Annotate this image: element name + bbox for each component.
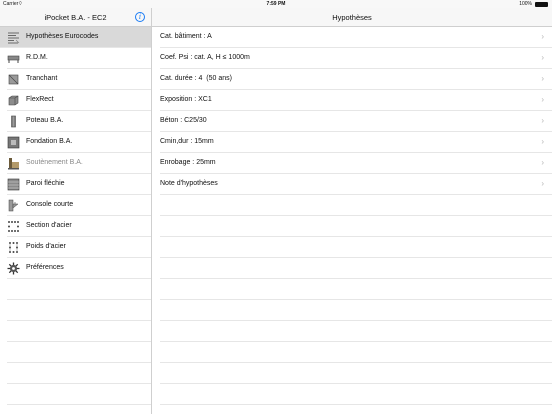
retaining-wall-icon [7, 157, 20, 170]
empty-row-separator [160, 404, 552, 405]
chevron-right-icon: › [541, 158, 544, 167]
detail-row-enrobage[interactable]: Enrobage : 25mm › [153, 153, 552, 174]
sidebar-item-label: Hypothèses Eurocodes [26, 33, 99, 40]
info-button[interactable]: i [135, 12, 145, 22]
sidebar-item-poteau[interactable]: Poteau B.A. [0, 111, 151, 132]
column-icon [7, 115, 20, 128]
battery-percent: 100% [519, 1, 532, 7]
empty-row-separator [160, 383, 552, 384]
chevron-right-icon: › [541, 74, 544, 83]
detail-row-label: Enrobage : 25mm [160, 159, 216, 166]
sidebar-item-label: R.D.M. [26, 54, 48, 61]
sidebar-item-fondation[interactable]: Fondation B.A. [0, 132, 151, 153]
hypotheses-icon [7, 31, 20, 44]
sidebar-navbar: iPocket B.A. - EC2 i [0, 8, 152, 27]
status-time: 7:59 PM [266, 1, 286, 7]
empty-row-separator [7, 320, 151, 321]
detail-row-label: Cmin,dur : 15mm [160, 138, 214, 145]
chevron-right-icon: › [541, 95, 544, 104]
sidebar-item-label: Préférences [26, 264, 64, 271]
sidebar-item-label: Fondation B.A. [26, 138, 73, 145]
empty-row-separator [7, 341, 151, 342]
detail-row-label: Béton : C25/30 [160, 117, 207, 124]
detail-row-coef-psi[interactable]: Coef. Psi : cat. A, H ≤ 1000m › [153, 48, 552, 69]
sidebar-item-label: Tranchant [26, 75, 58, 82]
info-icon: i [138, 13, 142, 21]
sidebar-item-label: Soutènement B.A. [26, 159, 83, 166]
empty-row-separator [160, 299, 552, 300]
empty-row-separator [160, 341, 552, 342]
sidebar: Hypothèses Eurocodes R.D.M. Tranchant Fl… [0, 27, 152, 414]
detail-row-beton[interactable]: Béton : C25/30 › [153, 111, 552, 132]
sidebar-item-section-acier[interactable]: Section d'acier [0, 216, 151, 237]
sidebar-item-tranchant[interactable]: Tranchant [0, 69, 151, 90]
empty-row-separator [7, 299, 151, 300]
detail-row-categorie-duree[interactable]: Cat. durée : 4 (50 ans) › [153, 69, 552, 90]
sidebar-item-label: FlexRect [26, 96, 54, 103]
sidebar-item-soutenement[interactable]: Soutènement B.A. [0, 153, 151, 174]
detail-navbar: Hypothèses [152, 8, 552, 27]
chevron-right-icon: › [541, 179, 544, 188]
gear-icon [7, 262, 20, 275]
detail-row-cmin-dur[interactable]: Cmin,dur : 15mm › [153, 132, 552, 153]
status-bar: Carrier ⌔ 7:59 PM 100% [0, 0, 552, 8]
battery-icon [535, 2, 548, 7]
detail-row-label: Note d'hypothèses [160, 180, 218, 187]
hypotheses-table: Cat. bâtiment : A › Coef. Psi : cat. A, … [153, 27, 552, 414]
detail-row-label: Coef. Psi : cat. A, H ≤ 1000m [160, 54, 250, 61]
empty-row-separator [160, 215, 552, 216]
detail-row-label: Cat. bâtiment : A [160, 33, 212, 40]
sidebar-item-poids-acier[interactable]: Poids d'acier [0, 237, 151, 258]
sidebar-item-paroi[interactable]: Paroi fléchie [0, 174, 151, 195]
empty-row-separator [160, 320, 552, 321]
empty-row-separator [160, 362, 552, 363]
sidebar-item-label: Poteau B.A. [26, 117, 64, 124]
sidebar-item-hypotheses[interactable]: Hypothèses Eurocodes [0, 27, 151, 48]
bent-wall-icon [7, 178, 20, 191]
sidebar-item-flexrect[interactable]: FlexRect [0, 90, 151, 111]
empty-row-separator [160, 236, 552, 237]
sidebar-title: iPocket B.A. - EC2 [44, 13, 107, 22]
chevron-right-icon: › [541, 137, 544, 146]
sidebar-item-label: Poids d'acier [26, 243, 66, 250]
sidebar-item-label: Console courte [26, 201, 74, 208]
empty-row-separator [7, 383, 151, 384]
rdm-icon [7, 52, 20, 65]
shear-icon [7, 73, 20, 86]
row-separator [160, 194, 552, 195]
flexrect-icon [7, 94, 20, 107]
sidebar-item-preferences[interactable]: Préférences [0, 258, 151, 279]
sidebar-item-label: Paroi fléchie [26, 180, 65, 187]
empty-row-separator [160, 278, 552, 279]
detail-row-label: Cat. durée : 4 (50 ans) [160, 75, 232, 82]
chevron-right-icon: › [541, 32, 544, 41]
chevron-right-icon: › [541, 116, 544, 125]
row-separator [7, 278, 151, 279]
detail-row-label: Exposition : XC1 [160, 96, 212, 103]
sidebar-item-console[interactable]: Console courte [0, 195, 151, 216]
steel-section-icon [7, 220, 20, 233]
detail-row-exposition[interactable]: Exposition : XC1 › [153, 90, 552, 111]
sidebar-item-rdm[interactable]: R.D.M. [0, 48, 151, 69]
empty-row-separator [160, 257, 552, 258]
empty-row-separator [7, 362, 151, 363]
chevron-right-icon: › [541, 53, 544, 62]
detail-row-note-hypotheses[interactable]: Note d'hypothèses › [153, 174, 552, 195]
empty-row-separator [7, 404, 151, 405]
steel-weight-icon [7, 241, 20, 254]
sidebar-item-label: Section d'acier [26, 222, 72, 229]
foundation-icon [7, 136, 20, 149]
detail-title: Hypothèses [332, 13, 372, 22]
detail-row-categorie-batiment[interactable]: Cat. bâtiment : A › [153, 27, 552, 48]
short-console-icon [7, 199, 20, 212]
